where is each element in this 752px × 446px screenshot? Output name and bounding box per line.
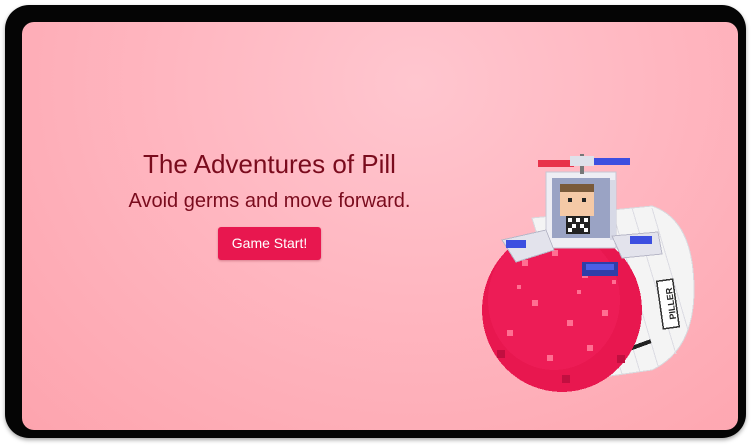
capsule-red-half [482,228,642,392]
siren-light [538,154,630,174]
pill-character-illustration: PILLER [482,154,695,392]
game-start-button[interactable]: Game Start! [217,227,322,260]
game-title: The Adventures of Pill [143,149,396,179]
device-frame: The Adventures of Pill Avoid germs and m… [5,5,746,438]
game-subtitle: Avoid germs and move forward. [128,190,411,212]
cockpit-pod [545,171,617,249]
title-block: The Adventures of Pill Avoid germs and m… [92,149,447,260]
game-screen: The Adventures of Pill Avoid germs and m… [22,22,738,430]
